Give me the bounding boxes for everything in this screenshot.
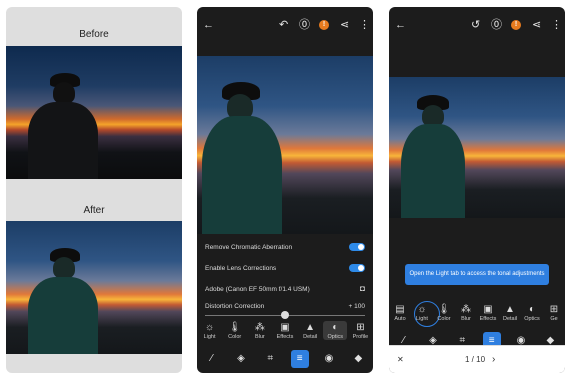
tab-effects[interactable]: ▣ Effects	[273, 321, 297, 340]
blur-icon: ⁂	[254, 322, 265, 333]
tool-tabs: ▤ Auto ☼ Light 🌡︎ Color ⁂ Blur ▣ Effects ▲ Det…	[389, 303, 565, 322]
tab-optics[interactable]: ◐ Optics	[521, 303, 543, 322]
distortion-value: + 100	[348, 303, 365, 310]
tab-optics[interactable]: ◐ Optics	[323, 321, 348, 340]
share-icon[interactable]: ⋖	[340, 19, 349, 31]
masking-icon[interactable]: ◉	[320, 350, 338, 368]
more-icon[interactable]: ⋮	[359, 19, 370, 31]
tool-tabs: ☼ Light 🌡︎ Color ⁂ Blur ▣ Effects ▲ Detail ◐ O…	[197, 321, 373, 340]
after-photo	[6, 221, 182, 354]
effects-icon: ▣	[483, 304, 493, 315]
tab-color[interactable]: 🌡︎ Color	[433, 303, 455, 322]
edited-photo	[197, 56, 373, 234]
tab-profile[interactable]: ⊞ Profile	[348, 321, 372, 340]
crop-icon[interactable]: ⌗	[261, 350, 279, 368]
before-label: Before	[79, 29, 109, 40]
optics-icon: ◐	[332, 322, 339, 333]
adjust-sliders-icon[interactable]: ≡	[290, 350, 309, 368]
optics-editor-panel: ← ↶ ⓪ ! ⋖ ⋮ Remove Chromatic Aberration …	[197, 7, 373, 373]
edited-photo	[389, 77, 565, 218]
chromatic-aberration-label: Remove Chromatic Aberration	[205, 244, 293, 251]
tab-light[interactable]: ☼ Light	[411, 303, 433, 322]
back-arrow-icon[interactable]: ←	[395, 19, 406, 31]
bottom-toolbar: ⁄ ◈ ⌗ ≡ ◉ ◆	[197, 350, 373, 368]
before-photo	[6, 46, 182, 179]
distortion-slider-handle[interactable]	[281, 311, 289, 319]
tab-light[interactable]: ☼ Light	[198, 321, 222, 340]
after-label: After	[83, 205, 105, 216]
more-icon[interactable]: ⋮	[551, 19, 562, 31]
geometry-icon: ⊞	[549, 304, 559, 315]
lens-corrections-toggle[interactable]	[349, 264, 365, 272]
lens-profile-label: Adobe (Canon EF 50mm f/1.4 USM)	[205, 286, 310, 293]
light-tab-tip[interactable]: Open the Light tab to access the tonal a…	[405, 264, 549, 285]
tab-color[interactable]: 🌡︎ Color	[223, 321, 247, 340]
camera-icon[interactable]: ◘	[360, 283, 365, 295]
detail-icon: ▲	[505, 304, 515, 315]
tab-geometry[interactable]: ⊞ Ge	[543, 303, 565, 322]
chromatic-aberration-toggle[interactable]	[349, 243, 365, 251]
tab-detail[interactable]: ▲ Detail	[499, 303, 521, 322]
light-icon: ☼	[204, 322, 215, 333]
tutorial-panel: ← ↺ ⓪ ! ⋖ ⋮ Open the Light tab to access…	[389, 7, 565, 373]
healing-icon[interactable]: ◈	[232, 350, 250, 368]
tab-blur[interactable]: ⁂ Blur	[248, 321, 272, 340]
undo-icon[interactable]: ↶	[279, 19, 288, 31]
share-icon[interactable]: ⋖	[532, 19, 541, 31]
profile-icon: ⊞	[356, 322, 365, 333]
tutorial-pager: 1 / 10	[465, 355, 486, 364]
auto-icon: ▤	[395, 304, 405, 315]
before-after-panel: Before After	[6, 7, 182, 373]
auto-wand-icon[interactable]: ⁄	[203, 350, 221, 368]
tutorial-footer: ✕ 1 / 10 ›	[389, 345, 565, 373]
tab-auto[interactable]: ▤ Auto	[389, 303, 411, 322]
warning-icon[interactable]: !	[319, 20, 329, 30]
blur-icon: ⁂	[461, 304, 471, 315]
lens-corrections-label: Enable Lens Corrections	[205, 265, 277, 272]
presets-icon[interactable]: ◆	[349, 350, 367, 368]
detail-icon: ▲	[305, 322, 316, 333]
effects-icon: ▣	[280, 322, 290, 333]
next-icon[interactable]: ›	[492, 354, 495, 365]
light-icon: ☼	[417, 304, 427, 315]
close-icon[interactable]: ✕	[397, 355, 404, 364]
tab-detail[interactable]: ▲ Detail	[298, 321, 322, 340]
optics-icon: ◐	[528, 304, 536, 315]
history-icon[interactable]: ↺	[471, 19, 480, 31]
help-icon[interactable]: ⓪	[299, 19, 310, 31]
help-icon[interactable]: ⓪	[491, 19, 502, 31]
back-arrow-icon[interactable]: ←	[203, 19, 214, 31]
thermometer-icon: 🌡︎	[437, 304, 451, 315]
warning-icon[interactable]: !	[511, 20, 521, 30]
tab-effects[interactable]: ▣ Effects	[477, 303, 499, 322]
top-toolbar: ← ↶ ⓪ ! ⋖ ⋮	[197, 7, 373, 39]
tab-blur[interactable]: ⁂ Blur	[455, 303, 477, 322]
top-toolbar: ← ↺ ⓪ ! ⋖ ⋮	[389, 7, 565, 39]
thermometer-icon: 🌡︎	[228, 322, 242, 333]
